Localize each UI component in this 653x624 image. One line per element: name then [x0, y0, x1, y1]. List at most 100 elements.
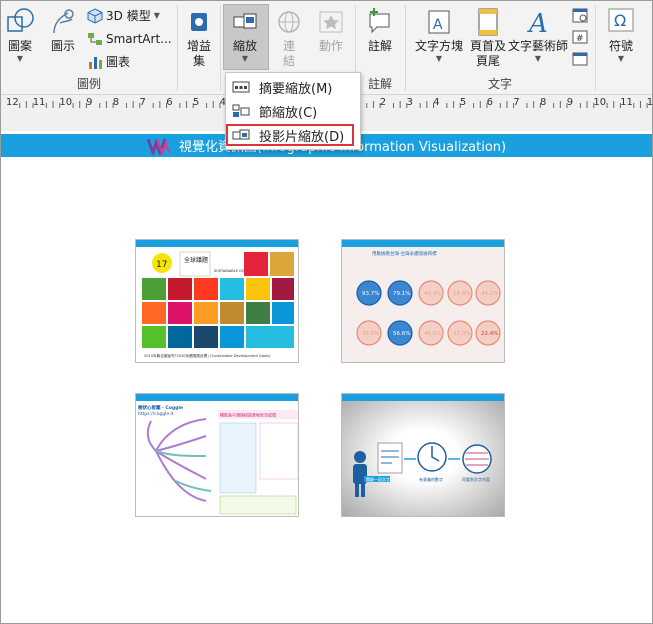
ruler-number: 12	[6, 97, 19, 108]
stat-circle: 79.1%	[387, 280, 413, 306]
ruler-number: 8	[112, 97, 120, 108]
ruler-number: 12	[646, 97, 653, 108]
ruler-number: 3	[406, 97, 413, 108]
addins-group: 增益 集	[178, 1, 220, 94]
thumbnail-header-bar	[136, 240, 298, 247]
comment-button[interactable]: 註解	[360, 5, 400, 54]
addins-icon	[191, 13, 207, 31]
chart-button[interactable]: 圖表	[87, 53, 130, 70]
symbol-button[interactable]: Ω 符號 ▼	[600, 5, 642, 64]
zoom-dropdown-menu: 摘要縮放(M) 節縮放(C) 投影片縮放(D)	[225, 72, 361, 150]
stat-circle: 37.0%	[447, 320, 473, 346]
action-button[interactable]: 動作	[311, 5, 351, 54]
section-zoom-label: 節縮放(C)	[259, 105, 318, 121]
stat-circle: 22.4%	[475, 320, 501, 346]
zoom-button[interactable]: 縮放 ▼	[223, 5, 267, 64]
t4-step2: 有意義的數字	[419, 476, 443, 482]
action-label: 動作	[318, 39, 343, 53]
svg-text:Ω: Ω	[614, 11, 626, 30]
stat-circle-value: 56.6%	[393, 331, 410, 337]
chevron-down-icon: ▼	[534, 54, 542, 63]
link-label-line1: 連	[282, 39, 295, 53]
ruler-number: 11	[620, 97, 633, 108]
ruler-number: 2	[379, 97, 387, 108]
comments-group: 註解 註解	[356, 1, 404, 94]
slide-thumbnail-3[interactable]: 樹狀心智圖 - Coggle https://coggle.it 暢飲高中通過校…	[135, 393, 299, 517]
chevron-down-icon: ▼	[153, 11, 160, 20]
ruler-number: 9	[86, 97, 93, 108]
3d-models-button[interactable]: 3D 模型 ▼	[87, 7, 160, 24]
slide-thumbnail-1[interactable]: 17 全球議題 SUSTAINABLE GOALS 2015年聯合國宣布｢203…	[135, 239, 299, 363]
addins-label-line1: 增益	[186, 39, 211, 53]
stat-circle: 93.7%	[356, 280, 382, 306]
wordart-label: 文字藝術師	[507, 39, 568, 53]
symbols-group: Ω 符號 ▼	[596, 1, 652, 94]
smartart-icon	[88, 33, 102, 45]
wordart-button[interactable]: A 文字藝術師 ▼	[506, 5, 570, 64]
chevron-down-icon: ▼	[16, 54, 24, 63]
icons-icon	[53, 9, 74, 34]
stat-circle-value: 40.4%	[424, 291, 441, 297]
shapes-button[interactable]: 圖案 ▼	[3, 5, 37, 64]
icons-label: 圖示	[50, 39, 75, 53]
ruler-number: 5	[459, 97, 467, 108]
link-label-line2: 結	[282, 54, 295, 68]
stat-circle-value: 35.5%	[362, 331, 379, 337]
ruler-number: 4	[433, 97, 440, 108]
link-button[interactable]: 連 結	[269, 5, 309, 69]
chevron-down-icon: ▼	[435, 54, 443, 63]
slide-thumbnail-4[interactable]: 關鍵一段文字 有意義的數字 再看到文字內容	[341, 393, 505, 517]
slide-zoom-item[interactable]: 投影片縮放(D)	[226, 124, 354, 146]
text-group-label: 文字	[487, 77, 512, 91]
stat-circle-value: 44.2%	[481, 291, 498, 297]
textbox-label: 文字方塊	[414, 39, 463, 53]
object-icon[interactable]	[572, 51, 588, 67]
summary-zoom-label: 摘要縮放(M)	[259, 81, 333, 97]
globe-link-icon	[278, 11, 300, 33]
stat-circle-value: 79.1%	[393, 291, 410, 297]
cube-icon	[87, 7, 103, 24]
addins-button[interactable]: 增益 集	[180, 5, 218, 69]
t2-title: 用數據看台灣-台灣永續發展目標	[372, 250, 437, 257]
sdg-caption: 2015年聯合國宣布｢2030永續發展目標｣ (Sustainable Deve…	[144, 353, 271, 358]
stat-circle: 35.5%	[356, 320, 382, 346]
svg-text:A: A	[433, 17, 443, 33]
t3-title: 樹狀心智圖 - Coggle	[138, 404, 183, 411]
stat-circle-value: 22.4%	[481, 331, 498, 337]
ruler-number: 6	[486, 97, 493, 108]
stat-circle: 44.2%	[475, 280, 501, 306]
slide-number-icon[interactable]: #	[572, 29, 588, 45]
date-time-icon[interactable]	[572, 7, 588, 23]
sdg-title: 全球議題	[184, 256, 208, 264]
ruler-number: 9	[566, 97, 574, 108]
svg-text:#: #	[576, 34, 584, 44]
thumbnail-header-bar	[136, 394, 298, 401]
sdg-grid: 17 全球議題 SUSTAINABLE GOALS 2015年聯合國宣布｢203…	[142, 251, 294, 358]
ruler-number: 7	[139, 97, 146, 108]
smartart-button[interactable]: SmartArt...	[87, 31, 172, 47]
ruler-number: 11	[32, 97, 46, 108]
ruler-number: 7	[513, 97, 520, 108]
slide-thumbnail-2[interactable]: 用數據看台灣-台灣永續發展目標 93.7% 79.1% 40.4% 14.8% 44.2…	[341, 239, 505, 363]
comment-label: 註解	[367, 39, 392, 53]
textbox-button[interactable]: A 文字方塊 ▼	[410, 5, 468, 64]
ruler-number: 5	[192, 97, 200, 108]
ruler-number: 10	[59, 97, 73, 108]
summary-zoom-icon	[232, 81, 250, 93]
header-footer-button[interactable]: 頁首及 頁尾	[466, 5, 510, 69]
stat-circle: 40.4%	[418, 280, 444, 306]
bar-chart-icon	[89, 56, 102, 69]
thumbnail-header-bar	[342, 394, 504, 401]
sdg-badge-text: 17	[156, 260, 167, 270]
stat-circle-value: 93.7%	[362, 291, 379, 297]
shapes-label: 圖案	[7, 39, 32, 53]
reading-process-diagram: 關鍵一段文字 有意義的數字 再看到文字內容	[353, 442, 492, 497]
icons-button[interactable]: 圖示	[45, 5, 81, 54]
t4-step1: 關鍵一段文字	[366, 476, 390, 482]
header-footer-label-line1: 頁首及	[469, 39, 506, 53]
addins-label-line2: 集	[192, 54, 205, 68]
summary-zoom-item[interactable]: 摘要縮放(M)	[228, 76, 356, 98]
section-zoom-item[interactable]: 節縮放(C)	[228, 100, 356, 122]
3d-models-label: 3D 模型	[106, 9, 151, 23]
zoom-label: 縮放	[232, 39, 257, 53]
